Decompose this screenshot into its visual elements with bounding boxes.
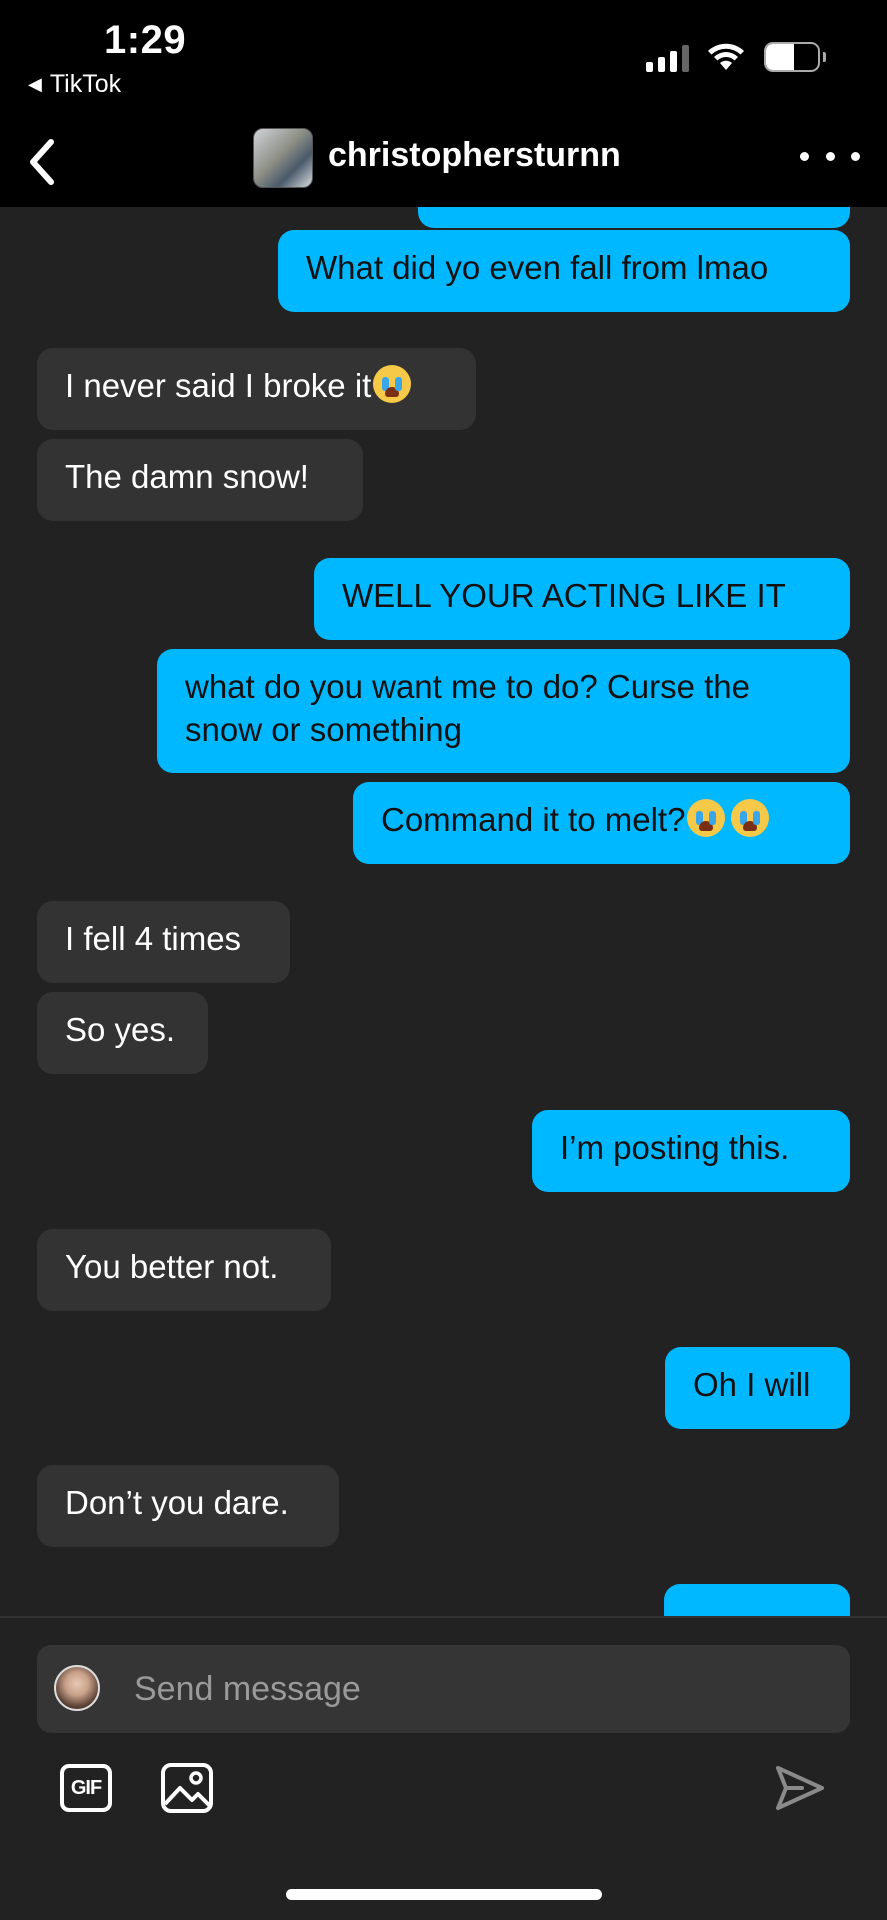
message-bubble-received[interactable]: So yes. xyxy=(37,992,208,1074)
back-triangle-icon: ◀ xyxy=(28,74,42,94)
message-bubble-received[interactable]: Don’t you dare. xyxy=(37,1465,339,1547)
chevron-left-icon xyxy=(30,139,54,185)
wifi-icon xyxy=(708,43,744,70)
message-text: I fell 4 times xyxy=(65,920,242,957)
back-app-label: TikTok xyxy=(49,70,122,98)
message-input[interactable] xyxy=(134,1645,814,1733)
back-button[interactable] xyxy=(16,132,68,192)
message-composer xyxy=(37,1645,850,1733)
more-dot xyxy=(825,151,835,161)
message-text: WELL YOUR ACTING LIKE IT xyxy=(342,577,786,614)
gif-button[interactable]: GIF xyxy=(60,1764,112,1812)
chat-screen: 1:29 ◀ TikTok 53 christophersturnn What … xyxy=(0,0,887,1920)
message-text: what do you want me to do? Curse the sno… xyxy=(185,668,750,748)
message-bubble-sent[interactable]: what do you want me to do? Curse the sno… xyxy=(157,649,850,773)
message-text: Command it to melt? xyxy=(381,801,686,838)
status-bar: 1:29 ◀ TikTok 53 xyxy=(0,0,887,120)
message-text: What did yo even fall from lmao xyxy=(306,249,769,286)
message-bubble-received[interactable]: I fell 4 times xyxy=(37,901,290,983)
message-bubble-sent[interactable] xyxy=(664,1584,850,1616)
message-text: The damn snow! xyxy=(65,458,309,495)
message-bubble-sent[interactable]: Command it to melt? xyxy=(353,782,850,864)
battery-icon: 53 xyxy=(764,42,820,72)
message-bubble-received[interactable]: I never said I broke it xyxy=(37,348,476,430)
battery-percent: 53 xyxy=(779,43,805,70)
more-options-button[interactable] xyxy=(800,136,860,176)
message-text: So yes. xyxy=(65,1011,176,1048)
my-avatar xyxy=(54,1665,100,1711)
message-bubble-received[interactable]: You better not. xyxy=(37,1229,331,1311)
contact-avatar[interactable] xyxy=(253,128,313,188)
message-text: I’m posting this. xyxy=(560,1129,790,1166)
message-bubble-received[interactable]: The damn snow! xyxy=(37,439,363,521)
image-icon[interactable] xyxy=(160,1762,214,1814)
message-bubble-sent[interactable]: What did yo even fall from lmao xyxy=(278,230,850,312)
loudly-crying-face-icon xyxy=(731,799,770,837)
send-icon[interactable] xyxy=(772,1760,828,1816)
loudly-crying-face-icon xyxy=(373,365,412,403)
message-bubble-sent[interactable]: I’m posting this. xyxy=(532,1110,850,1192)
message-text: You better not. xyxy=(65,1248,279,1285)
message-bubble-sent[interactable] xyxy=(418,207,850,228)
status-time: 1:29 xyxy=(104,18,187,62)
loudly-crying-face-icon xyxy=(687,799,726,837)
more-dot xyxy=(800,151,809,161)
message-text: Oh I will xyxy=(693,1366,811,1403)
message-text: I never said I broke it xyxy=(65,367,372,404)
message-text: Don’t you dare. xyxy=(65,1484,289,1521)
gif-label: GIF xyxy=(70,1776,102,1799)
message-bubble-sent[interactable]: WELL YOUR ACTING LIKE IT xyxy=(314,558,850,640)
back-to-app-link[interactable]: ◀ TikTok xyxy=(28,70,121,99)
battery-nub xyxy=(823,52,826,62)
message-bubble-sent[interactable]: Oh I will xyxy=(665,1347,850,1429)
more-dot xyxy=(851,151,860,161)
composer-divider xyxy=(0,1616,887,1618)
cellular-signal-icon xyxy=(646,44,689,72)
home-indicator[interactable] xyxy=(286,1889,602,1900)
message-list[interactable]: What did yo even fall from lmao I never … xyxy=(0,207,887,1616)
contact-username[interactable]: christophersturnn xyxy=(328,136,621,175)
chat-header: christophersturnn xyxy=(0,120,887,207)
